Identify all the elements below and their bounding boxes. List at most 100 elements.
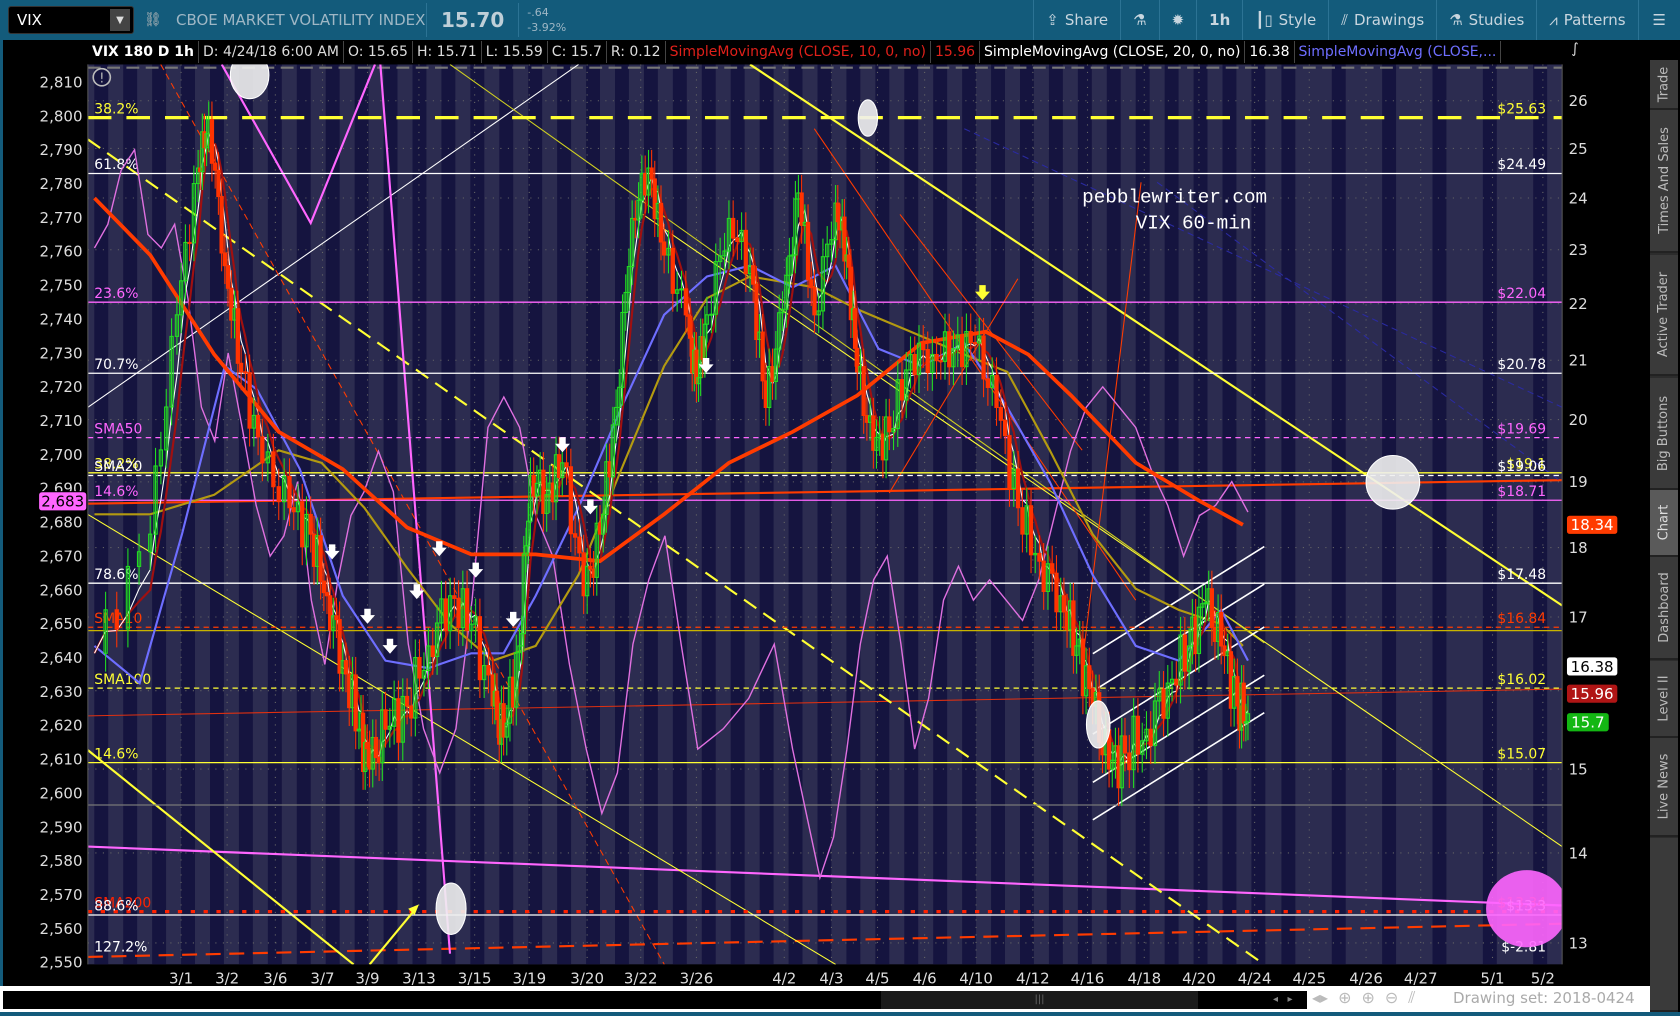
symbol-selector[interactable]: VIX ▼ xyxy=(8,6,134,34)
studies-button[interactable]: ⚗ Studies xyxy=(1436,0,1536,40)
settings-button[interactable]: ✹ xyxy=(1158,0,1197,40)
candle-body xyxy=(564,462,569,468)
window-edge xyxy=(0,1012,1680,1016)
candle-body xyxy=(835,202,840,223)
right-sidebar: Trade Times And Sales Active Trader Big … xyxy=(1650,60,1678,1012)
left-axis-tick: 2,660 xyxy=(40,581,83,599)
candle-body xyxy=(1148,728,1153,747)
scroll-arrows[interactable]: ◂ ▸ xyxy=(1273,991,1293,1009)
tab-live-news[interactable]: Live News xyxy=(1650,738,1678,837)
left-axis-tick: 2,590 xyxy=(40,818,83,836)
session-band xyxy=(615,64,629,965)
style-button[interactable]: ┃▯ Style xyxy=(1242,0,1328,40)
tab-big-buttons[interactable]: Big Buttons xyxy=(1650,378,1678,490)
patterns-icon: ⩘ xyxy=(1549,11,1558,29)
chevron-down-icon[interactable]: ▼ xyxy=(110,9,130,31)
session-band xyxy=(846,64,861,965)
flask-icon: ⚗ xyxy=(1449,11,1463,29)
candle-body xyxy=(683,288,688,316)
bar-close: C: 15.7 xyxy=(548,41,607,63)
session-band xyxy=(672,64,687,965)
drawing-set-label[interactable]: Drawing set: 2018-0424 xyxy=(1453,989,1635,1007)
share-label: Share xyxy=(1064,11,1109,29)
candle-body xyxy=(334,615,339,621)
link-icon[interactable]: ⛓ xyxy=(144,12,162,28)
study-sma20-label[interactable]: SimpleMovingAvg (CLOSE, 20, 0, no) xyxy=(980,41,1246,63)
crosshair-icon[interactable]: ⊕ xyxy=(1338,988,1351,1008)
candle-body xyxy=(1050,563,1055,574)
window-edge xyxy=(0,40,3,1016)
candle-body xyxy=(1122,735,1128,754)
style-label: Style xyxy=(1278,11,1317,29)
study-sma10-label[interactable]: SimpleMovingAvg (CLOSE, 10, 0, no) xyxy=(666,41,931,63)
left-axis-tick: 2,680 xyxy=(40,514,83,532)
candle-body xyxy=(235,308,240,364)
candle-body xyxy=(1028,505,1034,556)
date-axis-tick: 4/25 xyxy=(1292,970,1326,988)
candle-body xyxy=(1135,715,1141,755)
candle-body xyxy=(805,221,811,281)
candle-body xyxy=(1020,507,1025,535)
date-axis-tick: 3/20 xyxy=(570,970,604,988)
right-axis-tick: 23 xyxy=(1569,241,1588,259)
drawings-button[interactable]: ⫽ Drawings xyxy=(1328,0,1436,40)
pan-icon[interactable]: ◂▸ xyxy=(1312,988,1328,1008)
zoom-in-icon[interactable]: ⊕ xyxy=(1361,988,1374,1008)
patterns-button[interactable]: ⩘ Patterns xyxy=(1536,0,1637,40)
candle-body xyxy=(343,660,349,675)
candle-body xyxy=(1219,611,1224,647)
study-sma-blue-label[interactable]: SimpleMovingAvg (CLOSE,... xyxy=(1295,41,1502,63)
symbol-value: VIX xyxy=(17,11,42,29)
tab-chart[interactable]: Chart xyxy=(1650,490,1678,557)
menu-button[interactable]: ☰ xyxy=(1637,0,1680,40)
plot-area[interactable]: 38.2% $25.63 61.8% $24.49 23.6% $22.04 70.7% $2… xyxy=(87,52,1568,965)
candle-body xyxy=(981,335,986,380)
highlight-ellipse xyxy=(1365,454,1421,510)
left-axis-tick: 2,560 xyxy=(40,920,83,938)
date-axis-tick: 3/6 xyxy=(263,970,287,988)
candle-body xyxy=(994,374,999,408)
timeframe-button[interactable]: 1h xyxy=(1196,0,1242,40)
tab-times-and-sales[interactable]: Times And Sales xyxy=(1650,110,1678,253)
share-button[interactable]: ⇪ Share xyxy=(1033,0,1120,40)
tab-level-ii[interactable]: Level II xyxy=(1650,661,1678,738)
left-axis-tick: 2,550 xyxy=(40,954,83,972)
date-axis-tick: 3/9 xyxy=(355,970,379,988)
session-band xyxy=(499,64,514,965)
candle-body xyxy=(114,609,119,630)
zoom-out-icon[interactable]: ⊖ xyxy=(1385,988,1398,1008)
session-band xyxy=(470,64,485,965)
candle-body xyxy=(209,119,215,164)
candle-body xyxy=(1037,552,1042,562)
candle-body xyxy=(260,436,265,464)
candle-body xyxy=(577,536,582,554)
study-curve-icon[interactable]: ∫ xyxy=(1562,41,1588,63)
candle-body xyxy=(912,353,917,376)
scrollbar-thumb[interactable]: ||| xyxy=(881,991,1198,1009)
candle-body xyxy=(799,192,804,226)
candle-body xyxy=(658,202,664,243)
candle-body xyxy=(770,366,775,382)
price-chart[interactable]: 38.2% $25.63 61.8% $24.49 23.6% $22.04 70.7% $2… xyxy=(0,0,1680,1016)
study-sma10-value: 15.96 xyxy=(931,41,981,63)
left-axis-tick: 2,710 xyxy=(40,412,83,430)
horizontal-scrollbar[interactable]: ||| ◂ ▸ xyxy=(3,991,1307,1009)
candle-body xyxy=(486,665,491,676)
drawing-tool-icon[interactable]: ⫽ xyxy=(1408,988,1415,1008)
left-axis-tick: 2,700 xyxy=(40,446,83,464)
candle-body xyxy=(809,279,814,289)
alert-icon: ! xyxy=(99,72,104,87)
right-axis-tick: 25 xyxy=(1569,140,1588,158)
tab-active-trader[interactable]: Active Trader xyxy=(1650,255,1678,376)
candle-body xyxy=(1087,665,1092,690)
session-band xyxy=(586,64,600,965)
right-axis-tick: 26 xyxy=(1569,92,1588,110)
level-right-label: $16.84 xyxy=(1497,611,1546,627)
candle-body xyxy=(219,195,224,254)
candle-body xyxy=(271,451,276,488)
tab-trade[interactable]: Trade xyxy=(1650,60,1678,110)
flask-button[interactable]: ⚗ xyxy=(1120,0,1158,40)
candle-body xyxy=(276,486,281,503)
tab-dashboard[interactable]: Dashboard xyxy=(1650,557,1678,660)
tab-label: Live News xyxy=(1656,753,1672,820)
